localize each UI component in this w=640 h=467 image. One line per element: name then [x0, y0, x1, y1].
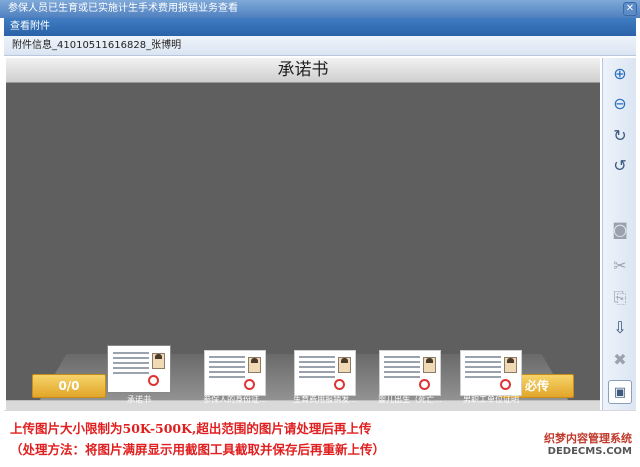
thumbnail-1[interactable] — [108, 346, 170, 392]
delete-icon[interactable]: ✖ — [608, 348, 632, 372]
thumbnail-5[interactable] — [460, 350, 522, 396]
thumbnail-label: 参保人的身份证... — [203, 395, 267, 404]
notice-size-limit: 上传图片大小限制为50K-500K,超出范围的图片请处理后再上传 — [10, 421, 372, 436]
tab-view-attachment[interactable]: 查看附件 — [4, 18, 636, 36]
red-stamp-icon — [500, 379, 511, 390]
thumbnail-4[interactable] — [379, 350, 441, 396]
id-photo-icon — [423, 357, 436, 373]
thumbnail-3[interactable] — [294, 350, 356, 396]
image-toolbar: ⊕ ⊖ ↻ ↺ ◙ ✂ ⎘ ⇩ ✖ ▣ — [602, 58, 636, 410]
upload-notice: 上传图片大小限制为50K-500K,超出范围的图片请处理后再上传 （处理方法：将… — [4, 410, 636, 463]
thumbnail-label: 男职工单位证明 — [463, 395, 519, 404]
watermark-line1: 织梦内容管理系统 — [544, 432, 632, 445]
zoom-out-icon[interactable]: ⊖ — [608, 92, 632, 116]
attachment-info: 附件信息_41010511616828_张博明 — [12, 40, 182, 51]
window-title: 参保人员已生育或已实施计生手术费用报销业务查看 — [8, 3, 238, 14]
rotate-left-icon[interactable]: ↺ — [608, 154, 632, 178]
save-icon[interactable]: ▣ — [608, 380, 632, 404]
id-photo-icon — [504, 357, 517, 373]
document-lines-icon — [465, 356, 501, 381]
camera-icon[interactable]: ◙ — [608, 218, 632, 242]
red-stamp-icon — [244, 379, 255, 390]
document-title: 承诺书 — [6, 58, 600, 83]
notice-method: （处理方法：将图片满屏显示用截图工具截取并保存后再重新上传） — [10, 442, 386, 457]
thumbnail-label: 婴儿出生（死亡... — [378, 395, 442, 404]
rotate-right-icon[interactable]: ↻ — [608, 124, 632, 148]
id-photo-icon — [338, 357, 351, 373]
watermark-line2: DEDECMS.COM — [547, 446, 632, 457]
document-lines-icon — [209, 356, 245, 381]
red-stamp-icon — [419, 379, 430, 390]
download-icon[interactable]: ⇩ — [608, 316, 632, 340]
window-titlebar: 参保人员已生育或已实施计生手术费用报销业务查看 ✕ — [0, 0, 640, 18]
red-stamp-icon — [148, 375, 159, 386]
document-lines-icon — [299, 356, 335, 381]
thumbnail-label: 生育费用报销发... — [293, 395, 357, 404]
document-lines-icon — [384, 356, 420, 381]
id-photo-icon — [248, 357, 261, 373]
zoom-in-icon[interactable]: ⊕ — [608, 62, 632, 86]
document-lines-icon — [113, 352, 149, 377]
attach-icon[interactable]: ⎘ — [608, 286, 632, 310]
watermark: 织梦内容管理系统 DEDECMS.COM — [544, 430, 632, 457]
close-icon[interactable]: ✕ — [623, 2, 637, 16]
attachment-info-bar: 附件信息_41010511616828_张博明 — [4, 36, 636, 56]
tab-label: 查看附件 — [10, 21, 50, 32]
thumbnail-label: 承诺书 — [127, 395, 151, 404]
page-counter: 0/0 — [32, 374, 106, 398]
red-stamp-icon — [334, 379, 345, 390]
id-photo-icon — [152, 353, 165, 369]
thumbnail-2[interactable] — [204, 350, 266, 396]
crop-scissors-icon[interactable]: ✂ — [608, 254, 632, 278]
image-viewer[interactable]: 承诺书 0/0 必传 承诺书 参保人的身份证... 生育费用报销发... 婴儿出… — [6, 58, 600, 410]
